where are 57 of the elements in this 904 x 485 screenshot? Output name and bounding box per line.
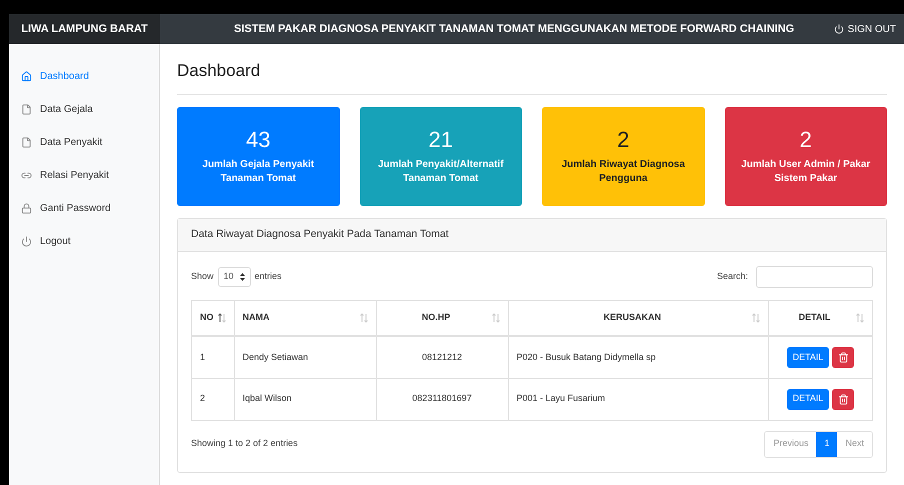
stat-label: Jumlah Penyakit/Alternatif Tanaman Tomat xyxy=(376,158,505,186)
updown-icon xyxy=(240,272,245,280)
stat-value: 43 xyxy=(246,126,270,154)
delete-button[interactable] xyxy=(832,388,854,410)
stat-value: 21 xyxy=(428,126,453,154)
search-label: Search: xyxy=(716,270,748,283)
detail-button[interactable]: DETAIL xyxy=(786,346,830,368)
panel-title: Data Riwayat Diagnosa Penyakit Pada Tanaman Tomat xyxy=(191,226,449,242)
power-icon xyxy=(21,236,32,246)
table-cell: 082311801697 xyxy=(376,378,508,420)
table-cell: 1 xyxy=(192,336,234,378)
entries-label: entries xyxy=(254,270,282,283)
table-cell: Iqbal Wilson xyxy=(234,378,376,420)
column-header[interactable]: NAMA xyxy=(234,300,376,336)
file-icon xyxy=(21,104,32,114)
column-header[interactable]: NO xyxy=(192,300,234,336)
column-header[interactable]: NO.HP xyxy=(376,300,508,336)
table-cell: 08121212 xyxy=(376,336,508,378)
stat-label: Jumlah User Admin / Pakar Sistem Pakar xyxy=(740,158,872,186)
column-header[interactable]: KERUSAKAN xyxy=(508,300,768,336)
page-size-select[interactable]: 10 xyxy=(218,266,251,286)
sidebar-item[interactable]: Data Gejala xyxy=(21,99,159,119)
table-cell: P001 - Layu Fusarium xyxy=(508,378,768,420)
table-cell: Dendy Setiawan xyxy=(234,336,376,378)
home-icon xyxy=(21,70,32,82)
sidebar-item[interactable]: Ganti Password xyxy=(21,198,159,218)
pagination-button[interactable]: 1 xyxy=(816,432,838,456)
sidebar-item[interactable]: Data Penyakit xyxy=(21,132,159,152)
power-icon xyxy=(834,24,844,34)
sort-icon xyxy=(492,312,500,323)
trash-icon xyxy=(838,352,849,363)
trash-icon xyxy=(838,394,849,404)
table-cell: P020 - Busuk Batang Didymella sp xyxy=(508,336,768,378)
sort-icon xyxy=(218,312,226,323)
stat-value: 2 xyxy=(800,126,812,154)
lock-icon xyxy=(21,202,32,214)
stat-label: Jumlah Riwayat Diagnosa Pengguna xyxy=(560,158,686,186)
sort-icon xyxy=(752,312,760,323)
search-field[interactable] xyxy=(756,266,873,288)
brand: LIWA LAMPUNG BARAT xyxy=(9,14,160,44)
sidebar-item[interactable]: Dashboard xyxy=(21,66,159,86)
stat-value: 2 xyxy=(617,126,630,154)
sidebar-item[interactable]: Relasi Penyakit xyxy=(21,165,159,185)
page-title: Dashboard xyxy=(177,58,887,94)
app-title: SISTEM PAKAR DIAGNOSA PENYAKIT TANAMAN TOMAT MENGGUNAKAN METODE FORWARD CHAINING xyxy=(234,22,796,37)
sort-icon xyxy=(360,312,368,323)
stat-label: Jumlah Gejala Penyakit Tanaman Tomat xyxy=(201,158,316,186)
file-icon xyxy=(21,136,32,148)
table-cell: 2 xyxy=(192,378,234,420)
sidebar-item[interactable]: Logout xyxy=(21,231,159,251)
sign-out-button[interactable]: SIGN OUT xyxy=(834,22,896,36)
table-info: Showing 1 to 2 of 2 entries xyxy=(191,437,299,450)
column-header[interactable]: DETAIL xyxy=(768,300,872,336)
show-label: Show xyxy=(191,270,214,283)
detail-button[interactable]: DETAIL xyxy=(786,388,830,410)
sort-icon xyxy=(856,312,864,323)
delete-button[interactable] xyxy=(832,346,854,368)
